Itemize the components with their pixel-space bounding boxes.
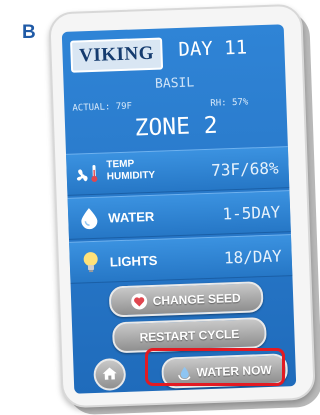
water-value: 1-5DAY xyxy=(222,202,281,224)
lights-value: 18/DAY xyxy=(223,246,283,268)
touch-screen: VIKING DAY 11 BASIL ACTUAL: 79F RH: 57% … xyxy=(61,24,297,394)
water-label: WATER xyxy=(108,208,155,226)
fan-thermometer-icon xyxy=(74,162,101,187)
lights-label: LIGHTS xyxy=(109,252,158,270)
restart-cycle-label: RESTART CYCLE xyxy=(139,326,240,344)
heart-icon xyxy=(131,292,148,310)
actual-temperature: ACTUAL: 79F xyxy=(72,101,133,114)
change-seed-label: CHANGE SEED xyxy=(152,290,241,308)
light-bulb-icon xyxy=(77,250,104,275)
zone-title: ZONE 2 xyxy=(134,112,219,142)
brand-logo: VIKING xyxy=(70,37,164,73)
panel-letter: B xyxy=(22,22,36,43)
plant-name: BASIL xyxy=(154,75,195,92)
water-drop-icon xyxy=(76,206,103,231)
water-now-highlight xyxy=(145,348,285,386)
lights-row[interactable]: LIGHTS 18/DAY xyxy=(69,234,293,284)
temp-humidity-value: 73F/68% xyxy=(210,158,279,180)
humidity-label: HUMIDITY xyxy=(106,169,156,183)
water-row[interactable]: WATER 1-5DAY xyxy=(67,190,291,240)
temp-humidity-label: TEMP HUMIDITY xyxy=(106,158,155,184)
home-button[interactable] xyxy=(93,357,127,392)
home-icon xyxy=(101,365,118,385)
temp-humidity-row[interactable]: TEMP HUMIDITY 73F/68% xyxy=(66,146,290,196)
change-seed-button[interactable]: CHANGE SEED xyxy=(108,281,264,318)
temp-label: TEMP xyxy=(106,158,135,171)
day-counter: DAY 11 xyxy=(178,36,248,61)
relative-humidity: RH: 57% xyxy=(210,97,249,109)
